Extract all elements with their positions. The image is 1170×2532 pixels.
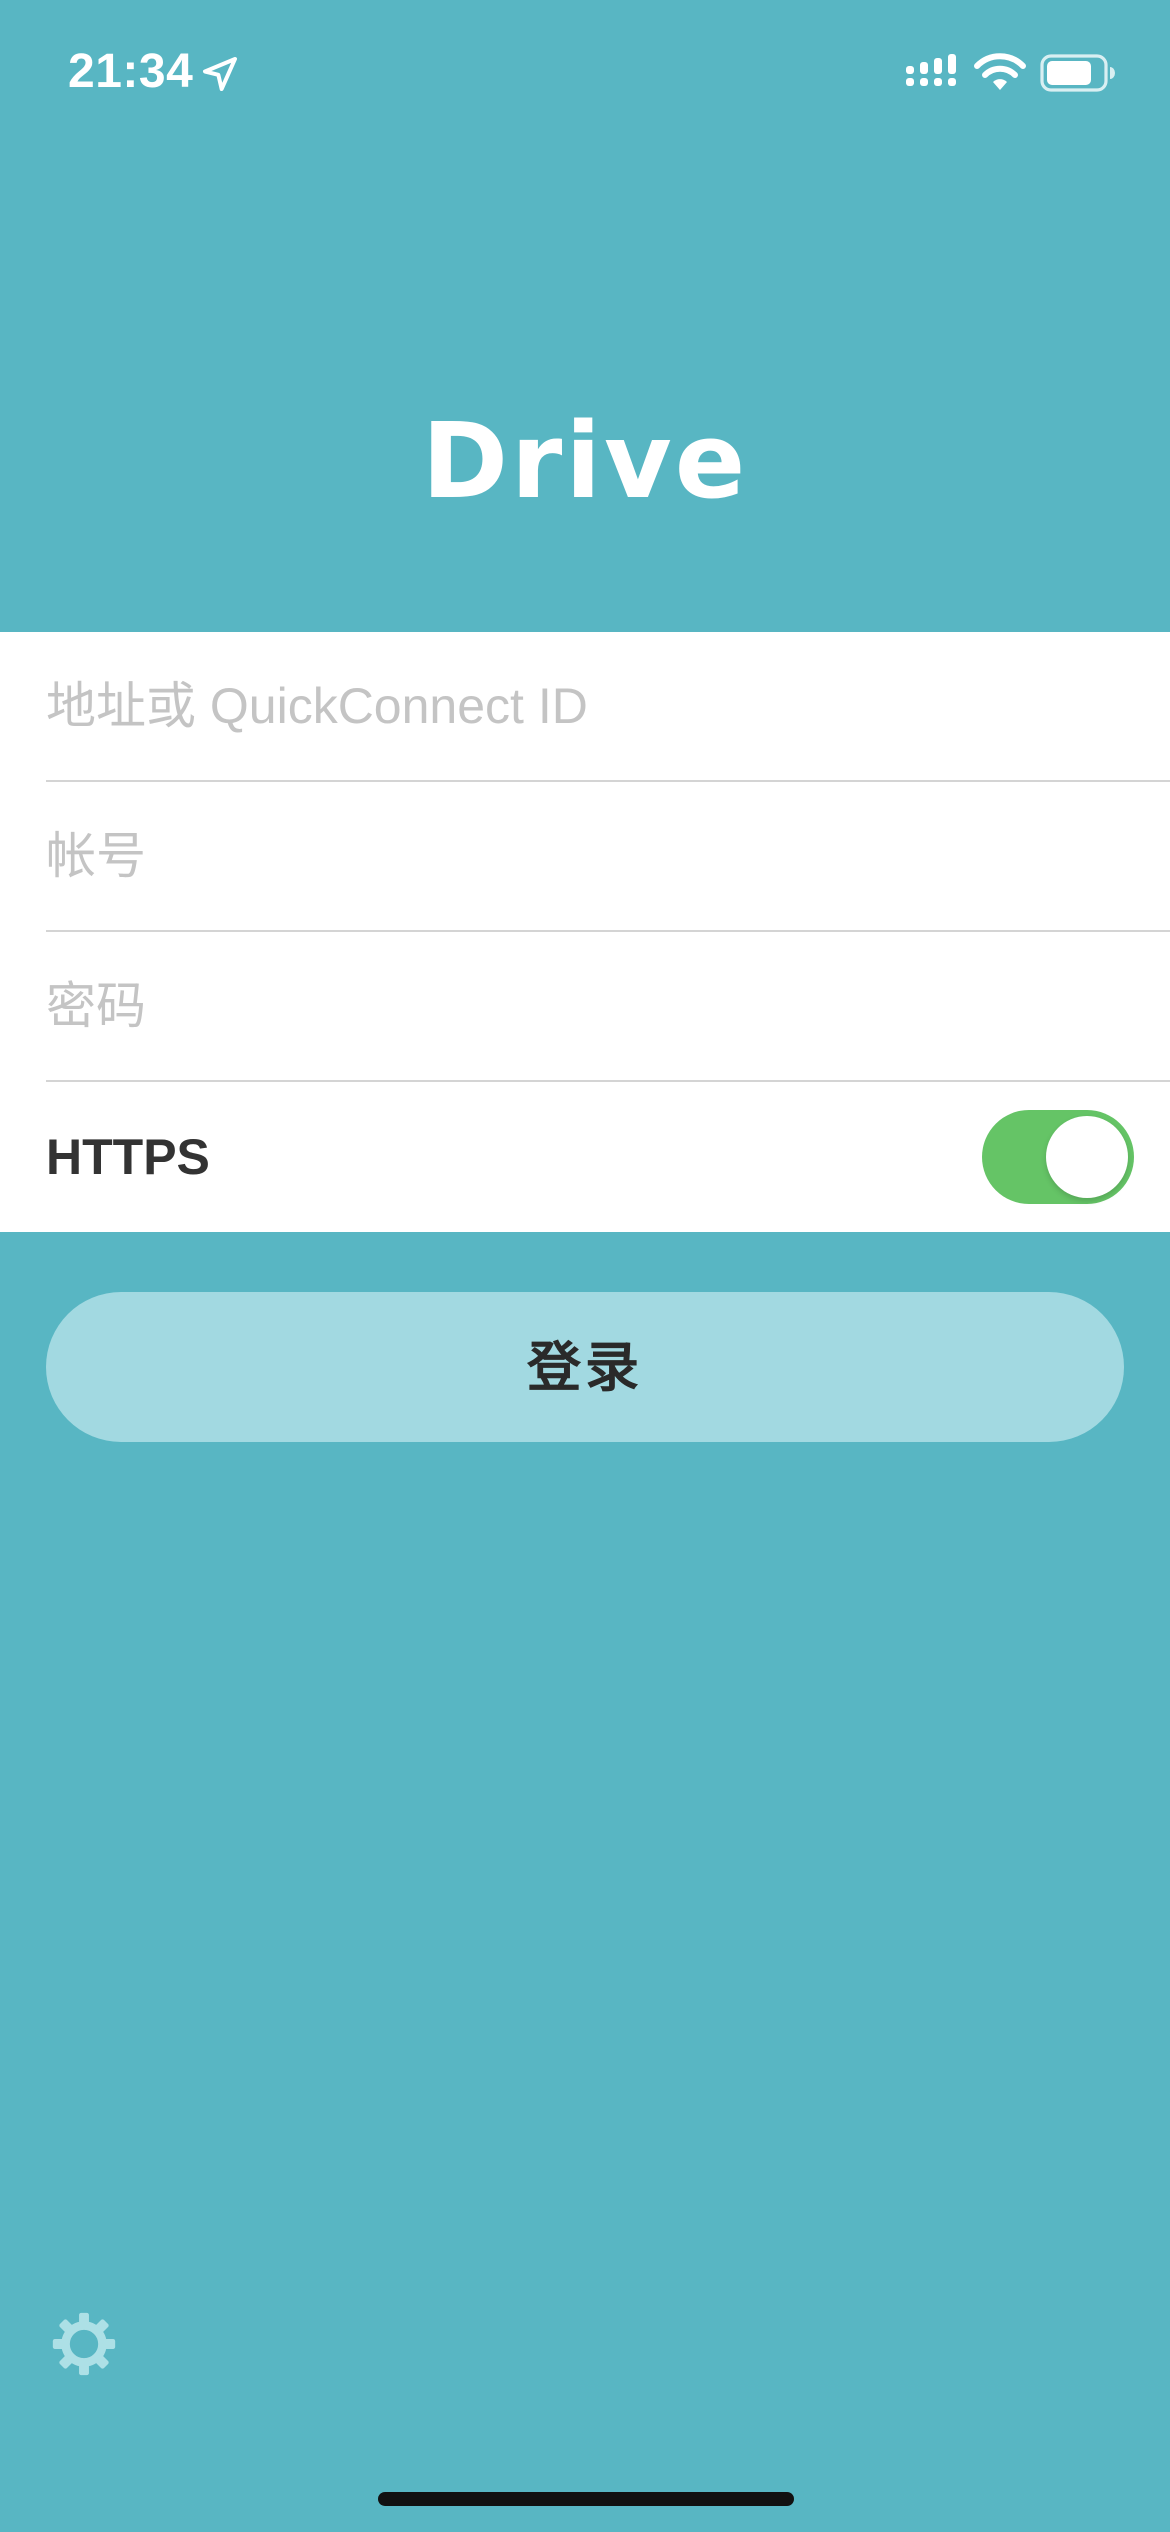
- account-input[interactable]: [46, 782, 1126, 930]
- login-screen: 21:34 Drive 地址或 QuickConnect ID 帐号 HTTPS…: [0, 0, 1170, 2532]
- app-title: Drive: [421, 400, 749, 522]
- toggle-knob: [1046, 1116, 1128, 1198]
- https-row: HTTPS: [46, 1082, 1170, 1232]
- address-input[interactable]: [46, 632, 1126, 780]
- location-arrow-icon: [203, 57, 237, 91]
- https-label: HTTPS: [46, 1129, 210, 1185]
- gear-icon[interactable]: [50, 2310, 118, 2378]
- status-bar: 21:34: [0, 0, 1170, 150]
- signal-icon: [906, 54, 956, 86]
- status-time: 21:34: [68, 45, 194, 98]
- battery-icon: [1040, 54, 1115, 92]
- login-form: HTTPS: [0, 632, 1170, 1232]
- account-row: [46, 782, 1170, 932]
- password-input[interactable]: [46, 932, 1126, 1080]
- home-indicator: [378, 2492, 794, 2506]
- https-toggle[interactable]: [982, 1110, 1134, 1204]
- login-button[interactable]: 登录: [46, 1292, 1124, 1442]
- password-row: [46, 932, 1170, 1082]
- address-row: [46, 632, 1170, 782]
- wifi-icon: [974, 53, 1026, 90]
